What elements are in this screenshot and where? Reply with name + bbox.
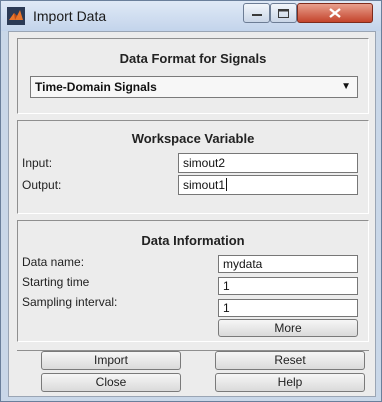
action-buttons-panel: Import Reset Close Help bbox=[17, 350, 369, 394]
data-information-panel: Data Information Data name: mydata Start… bbox=[17, 220, 369, 342]
more-button[interactable]: More bbox=[218, 319, 358, 337]
signal-format-dropdown[interactable]: Time-Domain Signals ▼ bbox=[30, 76, 358, 98]
data-name-label: Data name: bbox=[22, 255, 85, 269]
sampling-interval-label: Sampling interval: bbox=[22, 295, 118, 309]
output-label: Output: bbox=[22, 178, 62, 192]
dialog-body: Data Format for Signals Time-Domain Sign… bbox=[8, 31, 376, 397]
starting-time-label: Starting time bbox=[22, 275, 90, 289]
matlab-icon bbox=[7, 7, 25, 25]
minimize-button[interactable] bbox=[243, 3, 270, 23]
maximize-icon bbox=[278, 8, 289, 18]
input-label: Input: bbox=[22, 156, 53, 170]
close-window-button[interactable] bbox=[297, 3, 373, 23]
reset-button[interactable]: Reset bbox=[215, 351, 365, 370]
data-name-field[interactable]: mydata bbox=[218, 255, 358, 273]
close-button[interactable]: Close bbox=[41, 373, 181, 392]
text-cursor bbox=[226, 178, 228, 191]
window-title: Import Data bbox=[33, 8, 107, 24]
chevron-down-icon: ▼ bbox=[341, 81, 351, 92]
maximize-button[interactable] bbox=[270, 3, 297, 23]
data-info-heading: Data Information bbox=[141, 233, 245, 248]
input-field[interactable]: simout2 bbox=[178, 153, 358, 173]
signal-format-value: Time-Domain Signals bbox=[35, 80, 157, 94]
starting-time-field[interactable]: 1 bbox=[218, 277, 358, 295]
sampling-interval-value: 1 bbox=[223, 301, 230, 315]
minimize-icon bbox=[251, 14, 262, 16]
import-button[interactable]: Import bbox=[41, 351, 181, 370]
input-value: simout2 bbox=[183, 156, 226, 170]
data-format-panel: Data Format for Signals Time-Domain Sign… bbox=[17, 38, 369, 114]
data-format-heading: Data Format for Signals bbox=[119, 51, 267, 66]
output-field[interactable]: simout1 bbox=[178, 175, 358, 195]
starting-time-value: 1 bbox=[223, 279, 230, 293]
data-name-value: mydata bbox=[223, 257, 263, 271]
close-icon bbox=[329, 8, 341, 18]
workspace-variable-panel: Workspace Variable Input: simout2 Output… bbox=[17, 120, 369, 214]
import-data-window: Import Data Data Format for Signals Time… bbox=[0, 0, 382, 402]
help-button[interactable]: Help bbox=[215, 373, 365, 392]
sampling-interval-field[interactable]: 1 bbox=[218, 299, 358, 317]
workspace-heading: Workspace Variable bbox=[131, 131, 255, 146]
output-value: simout1 bbox=[183, 178, 226, 192]
title-bar[interactable]: Import Data bbox=[1, 1, 381, 31]
